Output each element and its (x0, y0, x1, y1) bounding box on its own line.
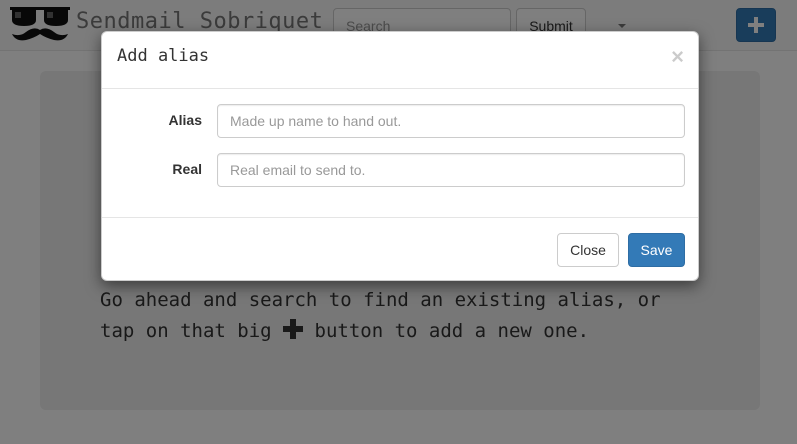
close-icon[interactable]: × (671, 46, 684, 68)
alias-label: Alias (168, 112, 202, 128)
close-button[interactable]: Close (557, 233, 619, 267)
add-alias-modal: Add alias × Alias Real Close Save (101, 31, 699, 281)
modal-title: Add alias (117, 46, 210, 66)
real-label: Real (172, 161, 202, 177)
real-email-input[interactable] (217, 153, 685, 187)
save-button[interactable]: Save (628, 233, 685, 267)
alias-input[interactable] (217, 104, 685, 138)
modal-footer: Close Save (102, 217, 698, 282)
modal-header: Add alias × (102, 32, 698, 89)
